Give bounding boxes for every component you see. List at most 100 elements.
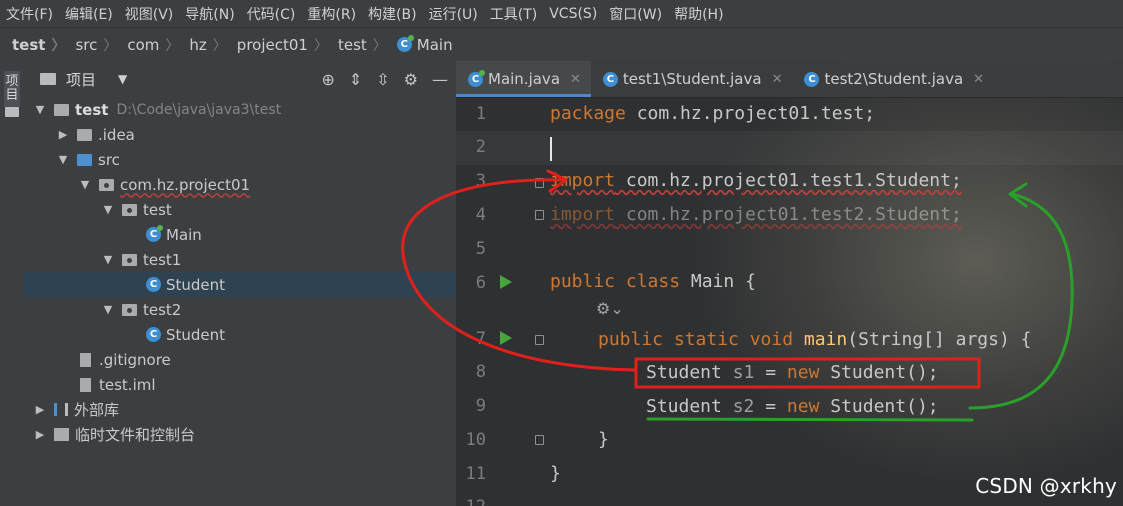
code-text: }: [550, 463, 561, 484]
line-number: 1: [475, 104, 486, 124]
menu-bar: 文件(F) 编辑(E) 视图(V) 导航(N) 代码(C) 重构(R) 构建(B…: [0, 0, 1123, 27]
breadcrumb-label: com: [127, 35, 160, 54]
tree-item-label: test: [75, 100, 109, 119]
tree-item-test-iml[interactable]: test.iml: [24, 372, 510, 397]
breadcrumb-item[interactable]: test 〉: [330, 35, 389, 55]
keyword-new: new: [786, 396, 820, 417]
tree-item-label: test: [143, 200, 172, 219]
menu-tools[interactable]: 工具(T): [484, 4, 543, 24]
menu-build[interactable]: 构建(B): [362, 4, 423, 24]
menu-vcs[interactable]: VCS(S): [543, 6, 603, 22]
code-line: }: [598, 429, 609, 450]
project-tool-button[interactable]: 项目: [4, 71, 20, 107]
chevron-down-icon[interactable]: ▼: [79, 178, 91, 191]
run-gutter-icon[interactable]: [500, 331, 512, 345]
fold-icon[interactable]: [535, 335, 544, 345]
close-icon[interactable]: ✕: [973, 72, 984, 87]
java-class-icon: C: [146, 225, 163, 242]
chevron-right-icon: 〉: [372, 37, 387, 54]
breadcrumb-item[interactable]: test 〉: [0, 35, 67, 55]
line-number: 9: [475, 396, 486, 416]
tab-test1-student[interactable]: C test1\Student.java ✕: [591, 61, 793, 97]
crosshair-icon[interactable]: ⊕: [321, 70, 334, 89]
chevron-down-icon[interactable]: ▼: [57, 153, 69, 166]
menu-window[interactable]: 窗口(W): [603, 4, 668, 24]
tree-item-scratches[interactable]: ▶ 临时文件和控制台: [24, 422, 466, 447]
tab-test2-student[interactable]: C test2\Student.java ✕: [792, 61, 994, 97]
menu-help[interactable]: 帮助(H): [668, 4, 729, 24]
tree-item-idea[interactable]: ▶ .idea: [24, 122, 489, 147]
menu-navigate[interactable]: 导航(N): [179, 4, 240, 24]
tree-item-package-project01[interactable]: ▼ com.hz.project01: [24, 172, 511, 197]
chevron-right-icon: 〉: [313, 37, 328, 54]
type-name: Student: [646, 362, 722, 383]
menu-edit[interactable]: 编辑(E): [59, 4, 119, 24]
code-text: com.hz.project01.test1.Student;: [615, 170, 962, 191]
menu-code[interactable]: 代码(C): [241, 4, 302, 24]
type-name: Student: [646, 396, 722, 417]
tab-label: test1\Student.java: [622, 70, 762, 88]
menu-refactor[interactable]: 重构(R): [301, 4, 362, 24]
menu-view[interactable]: 视图(V): [119, 4, 180, 24]
package-icon: [122, 303, 137, 316]
menu-run[interactable]: 运行(U): [423, 4, 484, 24]
chevron-down-icon[interactable]: ▼: [102, 303, 114, 316]
chevron-down-icon[interactable]: ▼: [102, 253, 114, 266]
gear-icon[interactable]: ⚙: [404, 70, 418, 89]
tree-item-src[interactable]: ▼ src: [24, 147, 489, 172]
fold-icon[interactable]: [535, 210, 544, 220]
breadcrumb-item[interactable]: C Main: [389, 35, 455, 54]
keyword-package: package: [550, 103, 626, 124]
fold-icon[interactable]: [535, 435, 544, 445]
menu-file[interactable]: 文件(F): [0, 4, 59, 24]
breadcrumb-label: project01: [236, 35, 308, 54]
java-class-icon: C: [146, 327, 161, 342]
current-line-highlight: [456, 131, 1123, 165]
chevron-right-icon: 〉: [165, 37, 180, 54]
keyword-new: new: [786, 362, 820, 383]
close-icon[interactable]: ✕: [772, 72, 783, 87]
chevron-down-icon[interactable]: ▼: [118, 72, 127, 86]
chevron-right-icon[interactable]: ▶: [57, 128, 69, 141]
breadcrumb-item[interactable]: hz 〉: [181, 35, 228, 55]
minimize-icon[interactable]: —: [432, 70, 448, 89]
code-editor[interactable]: C Main.java ✕ C test1\Student.java ✕ C t…: [456, 61, 1123, 506]
code-text: =: [754, 396, 787, 417]
breadcrumb: test 〉 src 〉 com 〉 hz 〉 project01 〉 test 〉 C Ma…: [0, 27, 1123, 62]
line-number: 11: [465, 464, 486, 484]
tab-label: Main.java: [488, 70, 561, 88]
folder-icon: [77, 128, 92, 141]
project-panel-title[interactable]: 项目: [66, 69, 96, 90]
keyword-import: import: [550, 204, 616, 225]
tree-item-label: test.iml: [99, 375, 156, 394]
chevron-right-icon: 〉: [51, 37, 66, 54]
line-number: 5: [475, 239, 486, 259]
breadcrumb-item[interactable]: src 〉: [67, 35, 119, 55]
line-number: 8: [475, 362, 486, 382]
line-number: 2: [475, 137, 486, 157]
chevron-down-icon[interactable]: ▼: [34, 103, 46, 116]
chevron-right-icon[interactable]: ▶: [34, 403, 46, 416]
tree-item-test-root[interactable]: ▼ test D:\Code\java\java3\test: [24, 97, 466, 122]
breadcrumb-label: test: [12, 35, 46, 54]
breadcrumb-item[interactable]: com 〉: [119, 35, 181, 55]
expand-all-icon[interactable]: ⇕: [349, 70, 362, 89]
tab-main-java[interactable]: C Main.java ✕: [456, 61, 591, 97]
package-icon: [99, 178, 114, 191]
collapse-all-icon[interactable]: ⇳: [376, 70, 389, 89]
tree-item-gitignore[interactable]: .gitignore: [24, 347, 510, 372]
chevron-right-icon[interactable]: ▶: [34, 428, 46, 441]
code-text: com.hz.project01.test;: [625, 103, 876, 124]
tree-item-label: src: [98, 150, 120, 169]
code-vision-icon[interactable]: ⚙⌄: [596, 299, 624, 318]
chevron-down-icon[interactable]: ▼: [102, 203, 114, 216]
fold-icon[interactable]: [535, 178, 544, 188]
code-line: Student s2 = new Student();: [646, 396, 939, 417]
breadcrumb-label: src: [75, 35, 98, 54]
breadcrumb-item[interactable]: project01 〉: [229, 35, 330, 55]
tree-item-external-libraries[interactable]: ▶ 外部库: [24, 397, 466, 422]
keyword-import: import: [550, 170, 616, 191]
line-number: 7: [475, 329, 486, 349]
run-gutter-icon[interactable]: [500, 275, 512, 289]
close-icon[interactable]: ✕: [570, 72, 581, 87]
